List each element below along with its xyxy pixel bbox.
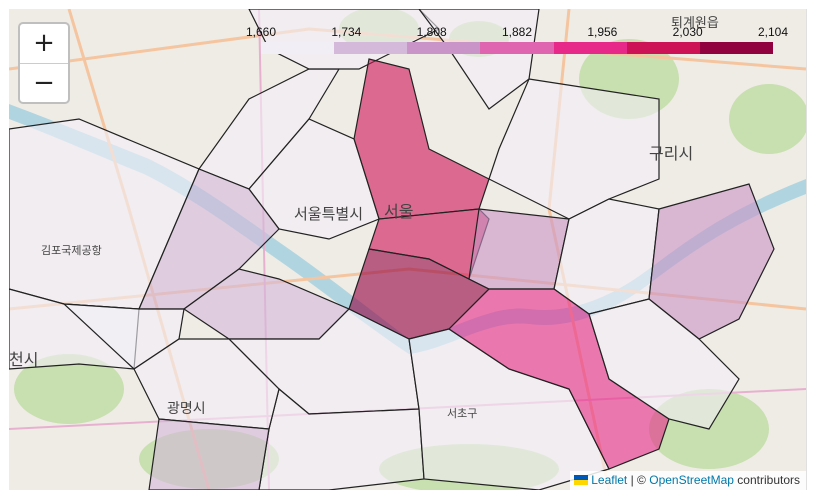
legend-tick-label: 1,734	[331, 25, 362, 39]
attribution-suffix: contributors	[737, 473, 800, 487]
place-label: 서초구	[447, 407, 477, 420]
leaflet-link[interactable]: Leaflet	[591, 473, 627, 487]
zoom-control: + −	[18, 22, 70, 104]
map-canvas[interactable]: 서울특별시 서울 구리시 김포국제공항 광명시 천시 서초구 퇴계원읍 1,660 1,734 1…	[9, 9, 807, 490]
place-label: 천시	[9, 351, 38, 369]
attribution-separator: | ©	[630, 473, 646, 487]
place-label: 서울	[384, 203, 413, 221]
legend-tick-label: 2,104	[757, 25, 789, 39]
color-legend: 1,660 1,734 1,808 1,882 1,956 2,030 2,104	[246, 25, 789, 59]
zone-jongno[interactable]	[353, 58, 490, 220]
place-label: 광명시	[167, 400, 206, 416]
legend-tick-label: 1,882	[501, 25, 533, 39]
legend-color-swatch	[480, 42, 554, 54]
place-label: 구리시	[649, 145, 693, 163]
osm-link[interactable]: OpenStreetMap	[649, 473, 734, 487]
legend-color-swatch	[261, 42, 335, 54]
zone-geumcheon[interactable]	[148, 418, 270, 490]
legend-color-swatch	[407, 42, 481, 54]
legend-color-swatch	[334, 42, 408, 54]
legend-color-swatch	[553, 42, 627, 54]
place-label: 김포국제공항	[41, 244, 102, 257]
zone-seongdong[interactable]	[468, 208, 570, 290]
legend-color-bar	[261, 42, 773, 54]
attribution: Leaflet | © OpenStreetMap contributors	[570, 471, 806, 490]
zone-northeast-b[interactable]	[488, 78, 660, 220]
legend-tick-label: 1,808	[416, 25, 447, 39]
legend-color-swatch	[626, 42, 700, 54]
ukraine-flag-icon	[574, 475, 589, 485]
park	[729, 84, 806, 154]
legend-tick-label: 1,660	[245, 25, 277, 39]
zoom-out-button[interactable]: −	[20, 64, 68, 102]
legend-color-swatch	[699, 42, 773, 54]
legend-tick-label: 2,030	[672, 25, 703, 39]
basemap: 서울특별시 서울구리시김포국제공항광명시천시서초구퇴계원읍	[9, 9, 806, 490]
zone-northeast-a[interactable]	[418, 9, 540, 110]
zoom-in-button[interactable]: +	[20, 24, 68, 64]
legend-tick-label: 1,956	[587, 25, 618, 39]
place-label: 서울특별시	[294, 206, 363, 223]
